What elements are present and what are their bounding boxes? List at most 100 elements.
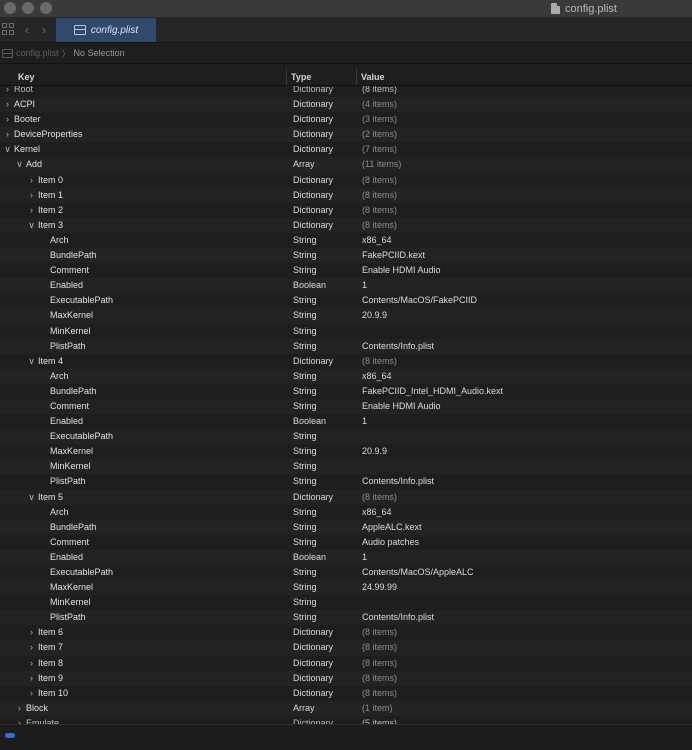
row-type[interactable]: String bbox=[293, 339, 317, 354]
row-type[interactable]: String bbox=[293, 248, 317, 263]
table-row[interactable]: ∨ Item 5 Dictionary (8 items) bbox=[0, 489, 692, 505]
row-key[interactable]: PlistPath bbox=[50, 339, 86, 354]
row-value[interactable]: (8 items) bbox=[362, 188, 397, 203]
row-value[interactable]: Contents/MacOS/FakePCIID bbox=[362, 293, 477, 308]
chevron-right-icon[interactable]: › bbox=[15, 716, 24, 724]
table-row[interactable]: MaxKernel String 24.99.99 bbox=[0, 580, 692, 596]
table-row[interactable]: ∨ Item 4 Dictionary (8 items) bbox=[0, 354, 692, 369]
row-value[interactable]: (4 items) bbox=[362, 97, 397, 112]
chevron-right-icon[interactable]: › bbox=[27, 173, 36, 188]
table-row[interactable]: Enabled Boolean 1 bbox=[0, 278, 692, 294]
table-row[interactable]: ExecutablePath String Contents/MacOS/FakeP… bbox=[0, 293, 692, 308]
table-row[interactable]: MaxKernel String 20.9.9 bbox=[0, 444, 692, 459]
row-type[interactable]: String bbox=[293, 474, 317, 489]
row-key[interactable]: Enabled bbox=[50, 278, 83, 293]
table-row[interactable]: Enabled Boolean 1 bbox=[0, 414, 692, 429]
row-type[interactable]: Dictionary bbox=[293, 490, 333, 505]
chevron-right-icon[interactable]: › bbox=[3, 127, 12, 142]
row-key[interactable]: Emulate bbox=[26, 716, 59, 724]
row-key[interactable]: Item 2 bbox=[38, 203, 63, 218]
minimize-window-button[interactable] bbox=[22, 2, 34, 14]
row-type[interactable]: String bbox=[293, 565, 317, 580]
row-type[interactable]: Array bbox=[293, 157, 315, 172]
table-row[interactable]: ∨ Item 3 Dictionary (8 items) bbox=[0, 217, 692, 233]
table-row[interactable]: › Item 9 Dictionary (8 items) bbox=[0, 670, 692, 686]
table-row[interactable]: PlistPath String Contents/Info.plist bbox=[0, 610, 692, 626]
row-key[interactable]: ExecutablePath bbox=[50, 429, 113, 444]
chevron-right-icon[interactable]: › bbox=[27, 188, 36, 203]
row-key[interactable]: MaxKernel bbox=[50, 308, 93, 323]
row-key[interactable]: PlistPath bbox=[50, 474, 86, 489]
close-window-button[interactable] bbox=[4, 2, 16, 14]
row-value[interactable]: (8 items) bbox=[362, 354, 397, 369]
table-row[interactable]: Comment String Audio patches bbox=[0, 535, 692, 550]
row-value[interactable]: (8 items) bbox=[362, 490, 397, 505]
row-value[interactable]: x86_64 bbox=[362, 369, 392, 384]
table-row[interactable]: MinKernel String bbox=[0, 324, 692, 339]
table-row[interactable]: › Item 7 Dictionary (8 items) bbox=[0, 640, 692, 656]
table-row[interactable]: › Item 10 Dictionary (8 items) bbox=[0, 686, 692, 701]
row-value[interactable]: (3 items) bbox=[362, 112, 397, 127]
row-key[interactable]: Item 5 bbox=[38, 490, 63, 505]
table-row[interactable]: Arch String x86_64 bbox=[0, 233, 692, 248]
row-type[interactable]: String bbox=[293, 369, 317, 384]
row-value[interactable]: 20.9.9 bbox=[362, 308, 387, 323]
row-value[interactable]: (8 items) bbox=[362, 686, 397, 701]
row-key[interactable]: Comment bbox=[50, 535, 89, 550]
table-row[interactable]: Comment String Enable HDMI Audio bbox=[0, 263, 692, 278]
column-header-type[interactable]: Type bbox=[291, 72, 311, 82]
row-key[interactable]: Booter bbox=[14, 112, 41, 127]
back-chevron-icon[interactable]: ‹ bbox=[25, 23, 29, 37]
row-type[interactable]: String bbox=[293, 610, 317, 625]
row-key[interactable]: ExecutablePath bbox=[50, 293, 113, 308]
row-value[interactable]: x86_64 bbox=[362, 505, 392, 520]
chevron-down-icon[interactable]: ∨ bbox=[27, 354, 36, 369]
row-value[interactable]: 20.9.9 bbox=[362, 444, 387, 459]
row-type[interactable]: Dictionary bbox=[293, 640, 333, 655]
row-type[interactable]: Dictionary bbox=[293, 656, 333, 671]
row-key[interactable]: ACPI bbox=[14, 97, 35, 112]
row-type[interactable]: String bbox=[293, 308, 317, 323]
row-key[interactable]: Kernel bbox=[14, 142, 40, 157]
table-row[interactable]: › Item 2 Dictionary (8 items) bbox=[0, 203, 692, 218]
row-value[interactable]: Enable HDMI Audio bbox=[362, 399, 441, 414]
forward-chevron-icon[interactable]: › bbox=[42, 23, 46, 37]
row-key[interactable]: MaxKernel bbox=[50, 444, 93, 459]
table-row[interactable]: PlistPath String Contents/Info.plist bbox=[0, 338, 692, 354]
row-type[interactable]: Dictionary bbox=[293, 112, 333, 127]
row-value[interactable]: AppleALC.kext bbox=[362, 520, 422, 535]
chevron-right-icon[interactable]: › bbox=[3, 112, 12, 127]
chevron-right-icon[interactable]: › bbox=[27, 640, 36, 655]
column-header-value[interactable]: Value bbox=[361, 72, 385, 82]
row-type[interactable]: Dictionary bbox=[293, 686, 333, 701]
row-type[interactable]: Dictionary bbox=[293, 173, 333, 188]
breadcrumb-file[interactable]: config.plist bbox=[16, 48, 59, 58]
chevron-right-icon[interactable]: › bbox=[27, 686, 36, 701]
row-type[interactable]: String bbox=[293, 444, 317, 459]
tab-config-plist[interactable]: config.plist bbox=[56, 18, 156, 42]
row-value[interactable]: Audio patches bbox=[362, 535, 419, 550]
row-value[interactable]: (8 items) bbox=[362, 671, 397, 686]
table-row[interactable]: › Item 8 Dictionary (8 items) bbox=[0, 656, 692, 671]
row-key[interactable]: Arch bbox=[50, 233, 69, 248]
table-row[interactable]: BundlePath String FakePCIID_Intel_HDMI_Aud… bbox=[0, 384, 692, 399]
table-row[interactable]: › Block Array (1 item) bbox=[0, 700, 692, 716]
table-row[interactable]: › Item 0 Dictionary (8 items) bbox=[0, 173, 692, 188]
row-type[interactable]: String bbox=[293, 399, 317, 414]
column-header-key[interactable]: Key bbox=[18, 72, 35, 82]
row-type[interactable]: Dictionary bbox=[293, 188, 333, 203]
chevron-right-icon[interactable]: › bbox=[27, 656, 36, 671]
chevron-right-icon[interactable]: › bbox=[27, 203, 36, 218]
row-value[interactable]: 1 bbox=[362, 414, 367, 429]
row-type[interactable]: String bbox=[293, 520, 317, 535]
row-type[interactable]: String bbox=[293, 505, 317, 520]
row-value[interactable]: 1 bbox=[362, 550, 367, 565]
row-value[interactable]: Contents/MacOS/AppleALC bbox=[362, 565, 474, 580]
row-key[interactable]: Item 1 bbox=[38, 188, 63, 203]
row-type[interactable]: String bbox=[293, 580, 317, 595]
chevron-down-icon[interactable]: ∨ bbox=[27, 218, 36, 233]
row-value[interactable]: FakePCIID.kext bbox=[362, 248, 425, 263]
row-key[interactable]: Item 7 bbox=[38, 640, 63, 655]
row-key[interactable]: Item 6 bbox=[38, 625, 63, 640]
table-row[interactable]: Enabled Boolean 1 bbox=[0, 549, 692, 565]
